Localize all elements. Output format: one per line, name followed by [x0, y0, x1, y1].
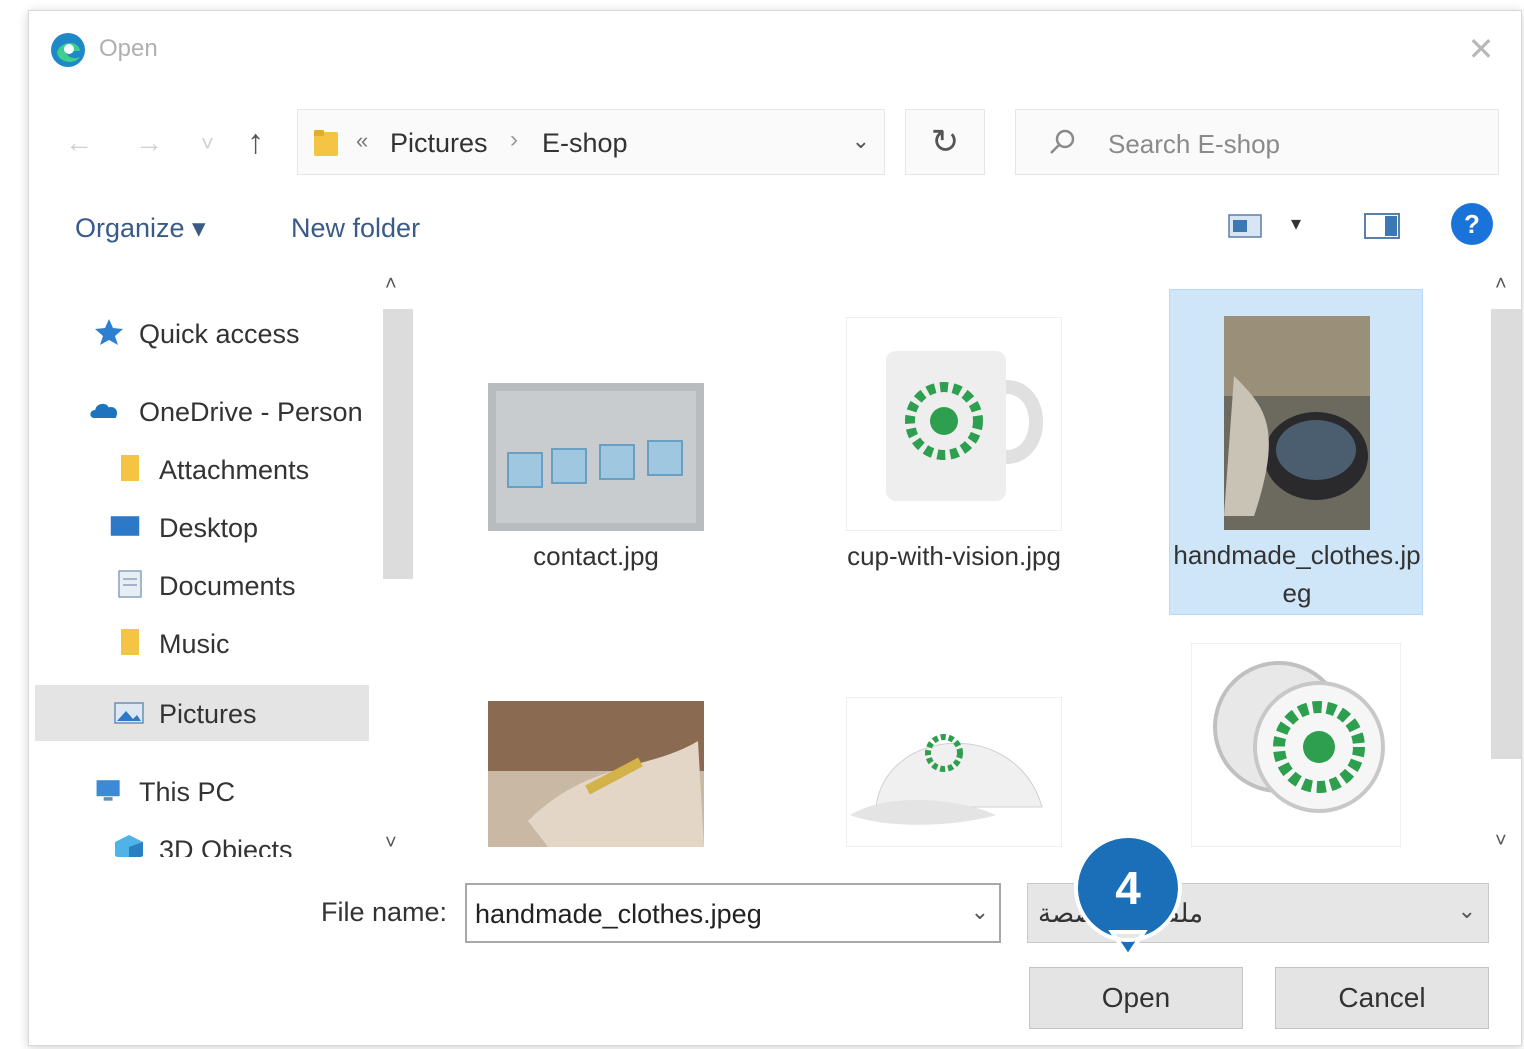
- sewing-image: [488, 701, 704, 847]
- new-folder-button[interactable]: New folder: [291, 213, 420, 244]
- breadcrumb-pictures[interactable]: Pictures: [390, 128, 488, 159]
- sidebar-item-this-pc[interactable]: This PC: [69, 763, 409, 819]
- sidebar-item-quick-access[interactable]: Quick access: [69, 305, 409, 361]
- computer-icon: [96, 780, 120, 801]
- pictures-icon: [114, 702, 144, 724]
- file-thumbnail: [1170, 290, 1424, 530]
- title-bar: Open ✕: [29, 11, 1521, 91]
- cube-icon: [115, 835, 143, 857]
- navigation-bar: ← → ˅ ↑ « Pictures › E-shop ⌄ ↻ Search E…: [29, 99, 1521, 189]
- step-callout-marker: 4: [1073, 834, 1182, 958]
- edge-browser-icon: [51, 33, 85, 67]
- refresh-button[interactable]: ↻: [905, 109, 985, 175]
- open-file-dialog: Open ✕ ← → ˅ ↑ « Pictures › E-shop ⌄ ↻ S…: [28, 10, 1522, 1046]
- file-name: contact.jpg: [533, 541, 659, 571]
- path-overflow-icon[interactable]: «: [356, 128, 368, 154]
- sidebar-item-label: OneDrive - Person: [139, 397, 363, 427]
- file-item-sewing[interactable]: [469, 667, 723, 857]
- search-icon: [1050, 129, 1075, 154]
- sidebar-item-label: Attachments: [159, 455, 310, 485]
- file-list: contact.jpg cup-with-vision.jpg handmade…: [417, 267, 1487, 857]
- file-thumbnail: [469, 667, 723, 847]
- sidebar-item-label: 3D Objects: [159, 835, 293, 857]
- command-bar: Organize ▾ New folder ▾ ?: [29, 199, 1521, 255]
- scroll-up-icon[interactable]: ˄: [385, 273, 397, 296]
- file-name-value[interactable]: handmade_clothes.jpeg: [475, 899, 762, 930]
- file-thumbnail: [827, 291, 1081, 531]
- badge-image: [1191, 643, 1401, 847]
- sidebar-item-desktop[interactable]: Desktop: [69, 499, 409, 555]
- sidebar-item-3d-objects[interactable]: 3D Objects: [69, 821, 409, 857]
- folder-icon: [121, 455, 139, 481]
- scroll-down-icon[interactable]: ˅: [1495, 830, 1507, 853]
- chevron-down-icon[interactable]: ⌄: [971, 899, 989, 925]
- step-number: 4: [1115, 862, 1141, 914]
- music-folder-icon: [121, 629, 139, 655]
- file-name-label: File name:: [321, 897, 448, 927]
- desktop-icon: [110, 516, 140, 536]
- file-thumbnail: [469, 291, 723, 531]
- sidebar-item-pictures[interactable]: Pictures: [35, 685, 369, 741]
- scrollbar-thumb[interactable]: [1491, 309, 1521, 759]
- star-icon: [95, 319, 123, 345]
- recent-locations-icon[interactable]: ˅: [201, 131, 214, 157]
- view-options-icon[interactable]: [1227, 211, 1263, 241]
- file-name: cup-with-vision.jpg: [847, 541, 1061, 571]
- up-arrow-icon[interactable]: ↑: [247, 123, 264, 162]
- search-box[interactable]: Search E-shop: [1015, 109, 1499, 175]
- file-item-badge[interactable]: [1169, 637, 1423, 857]
- file-name-field[interactable]: handmade_clothes.jpeg ⌄: [465, 883, 1001, 943]
- file-name: handmade_clothes.jpeg: [1173, 540, 1421, 608]
- cap-image: [846, 697, 1062, 847]
- contact-image: [488, 383, 704, 531]
- file-thumbnail: [827, 667, 1081, 847]
- sidebar-item-label: Desktop: [159, 513, 259, 543]
- breadcrumb-e-shop[interactable]: E-shop: [542, 128, 628, 159]
- cloud-icon: [90, 403, 118, 418]
- forward-arrow-icon[interactable]: →: [135, 127, 163, 159]
- back-arrow-icon[interactable]: ←: [65, 127, 93, 159]
- help-icon[interactable]: ?: [1451, 203, 1493, 245]
- sidebar-item-music[interactable]: Music: [69, 615, 409, 671]
- sidebar-item-label: This PC: [139, 777, 236, 807]
- sidebar-item-label: Pictures: [159, 699, 257, 729]
- sidebar-item-onedrive[interactable]: OneDrive - Person: [69, 383, 409, 439]
- search-placeholder: Search E-shop: [1108, 129, 1280, 159]
- navigation-pane: Quick access OneDrive - Person Attachmen…: [29, 267, 411, 857]
- open-button[interactable]: Open: [1029, 967, 1243, 1029]
- scroll-down-icon[interactable]: ˅: [385, 832, 397, 855]
- organize-menu-button[interactable]: Organize ▾: [75, 213, 206, 244]
- mug-image: [846, 317, 1062, 531]
- sidebar-item-documents[interactable]: Documents: [69, 557, 409, 613]
- file-item-handmade-clothes[interactable]: handmade_clothes.jpeg: [1169, 289, 1423, 615]
- sidebar-item-label: Documents: [159, 571, 296, 601]
- sidebar-item-label: Music: [159, 629, 230, 659]
- file-item-contact[interactable]: contact.jpg: [469, 291, 723, 611]
- file-item-cap[interactable]: [827, 667, 1081, 857]
- file-item-cup-with-vision[interactable]: cup-with-vision.jpg: [827, 291, 1081, 611]
- address-bar[interactable]: « Pictures › E-shop ⌄: [297, 109, 885, 175]
- documents-icon: [118, 570, 142, 598]
- view-dropdown-icon[interactable]: ▾: [1291, 211, 1301, 236]
- scroll-up-icon[interactable]: ˄: [1495, 273, 1507, 296]
- scrollbar-thumb[interactable]: [383, 309, 413, 579]
- file-thumbnail: [1169, 637, 1423, 847]
- close-button[interactable]: ✕: [1459, 27, 1503, 71]
- address-dropdown-icon[interactable]: ⌄: [852, 128, 870, 154]
- chevron-down-icon[interactable]: ⌄: [1458, 898, 1476, 924]
- navigation-pane-scrollbar[interactable]: ˄ ˅: [379, 267, 413, 857]
- sidebar-item-attachments[interactable]: Attachments: [69, 441, 409, 497]
- sidebar-item-label: Quick access: [139, 319, 300, 349]
- cancel-button[interactable]: Cancel: [1275, 967, 1489, 1029]
- handmade-image: [1224, 316, 1370, 530]
- preview-pane-icon[interactable]: [1363, 211, 1401, 241]
- window-title: Open: [99, 35, 158, 62]
- dialog-footer: File name: handmade_clothes.jpeg ⌄ ملفات…: [29, 867, 1521, 1047]
- file-list-scrollbar[interactable]: ˄ ˅: [1489, 267, 1523, 857]
- folder-icon: [314, 130, 338, 156]
- breadcrumb-separator-icon[interactable]: ›: [510, 126, 518, 154]
